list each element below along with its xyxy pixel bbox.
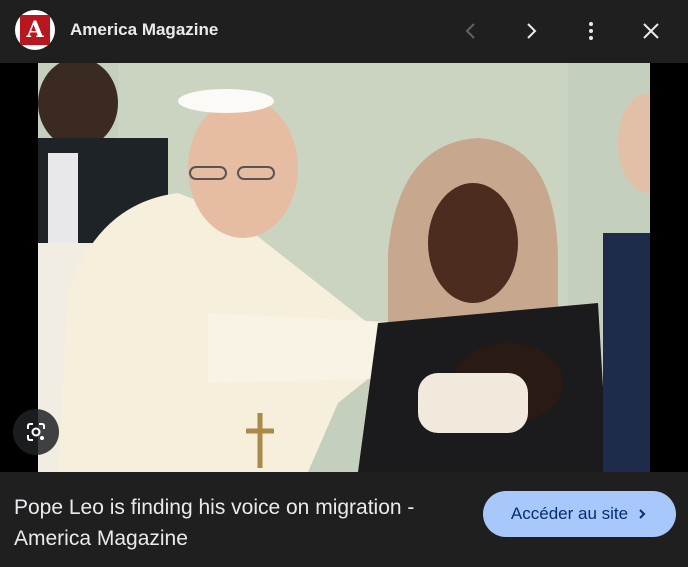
previous-button[interactable] bbox=[456, 16, 486, 46]
chevron-right-icon bbox=[639, 509, 646, 519]
visit-site-label: Accéder au site bbox=[510, 504, 629, 523]
image-stage bbox=[0, 63, 688, 472]
chevron-left-icon bbox=[465, 23, 475, 39]
site-name[interactable]: America Magazine bbox=[70, 20, 218, 40]
close-button[interactable] bbox=[636, 16, 666, 46]
visit-site-button[interactable]: Accéder au site bbox=[483, 491, 676, 537]
google-lens-button[interactable] bbox=[13, 409, 59, 455]
close-icon bbox=[643, 23, 659, 39]
image-title[interactable]: Pope Leo is finding his voice on migrati… bbox=[14, 492, 454, 554]
more-options-button[interactable] bbox=[576, 16, 606, 46]
main-image[interactable] bbox=[38, 63, 650, 472]
viewer-header: A America Magazine bbox=[0, 0, 688, 63]
viewer-footer: Pope Leo is finding his voice on migrati… bbox=[0, 472, 688, 567]
site-logo: A bbox=[15, 10, 55, 50]
photo-illustration bbox=[38, 63, 650, 472]
site-logo-mark: A bbox=[20, 15, 50, 45]
google-lens-icon bbox=[27, 423, 45, 441]
chevron-right-icon bbox=[527, 23, 537, 39]
next-button[interactable] bbox=[516, 16, 546, 46]
more-vert-icon bbox=[589, 22, 593, 40]
